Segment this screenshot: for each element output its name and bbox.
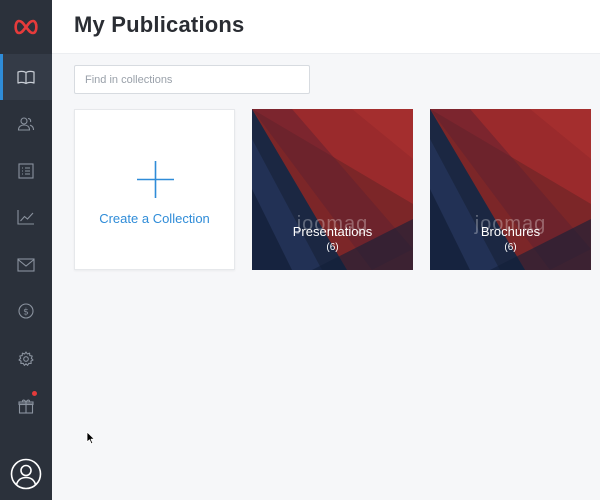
notification-dot: [32, 391, 37, 396]
page-title: My Publications: [74, 12, 245, 37]
collection-card-brochures[interactable]: joomag Brochures (6): [430, 109, 591, 270]
sidebar-item-monetization[interactable]: $: [0, 288, 52, 334]
svg-text:$: $: [23, 308, 29, 318]
chart-icon: [17, 210, 34, 225]
sidebar-item-gifts[interactable]: [0, 383, 52, 429]
brand-logo[interactable]: [0, 0, 52, 54]
collection-name: Presentations: [292, 224, 373, 239]
sidebar-item-publications[interactable]: [0, 54, 52, 100]
collection-count: (6): [504, 242, 517, 253]
dollar-icon: $: [18, 303, 34, 319]
collection-card-presentations[interactable]: joomag Presentations (6): [252, 109, 413, 270]
envelope-icon: [17, 258, 35, 272]
app-window: $ My Publications Find in collections Cr…: [0, 0, 600, 500]
user-avatar[interactable]: [10, 458, 42, 490]
gear-icon: [18, 351, 34, 366]
users-icon: [17, 117, 35, 131]
list-icon: [18, 163, 34, 179]
sidebar-item-email[interactable]: [0, 242, 52, 288]
gift-icon: [18, 399, 34, 414]
plus-icon: [137, 161, 174, 198]
book-icon: [17, 70, 35, 85]
sidebar-item-settings[interactable]: [0, 336, 52, 382]
page-header: My Publications: [52, 0, 600, 54]
mouse-cursor-icon: [86, 431, 95, 445]
collection-name: Brochures: [480, 224, 541, 239]
user-avatar-icon: [10, 458, 42, 490]
infinity-logo-icon: [14, 19, 38, 35]
search-input[interactable]: [74, 65, 310, 94]
create-collection-card[interactable]: Create a Collection: [74, 109, 235, 270]
sidebar-item-lists[interactable]: [0, 148, 52, 194]
sidebar: $: [0, 0, 52, 500]
sidebar-item-analytics[interactable]: [0, 194, 52, 240]
collection-count: (6): [326, 242, 339, 253]
create-collection-label: Create a Collection: [99, 211, 210, 226]
sidebar-item-audience[interactable]: [0, 101, 52, 147]
